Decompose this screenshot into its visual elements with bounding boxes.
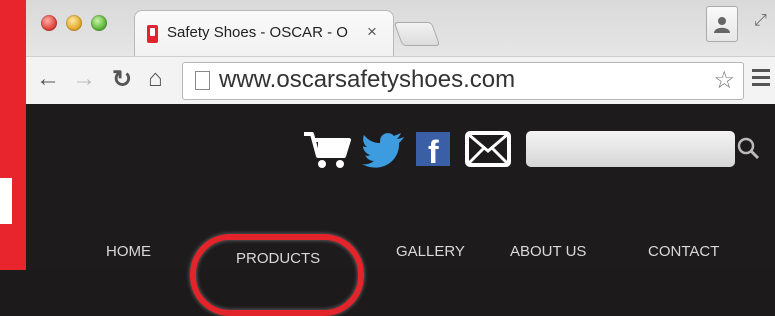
- site-header: f HOME PRODUCTS GALLERY ABOUT US CONTACT: [26, 104, 775, 316]
- close-window-button[interactable]: [41, 15, 57, 31]
- search-input[interactable]: [526, 131, 735, 167]
- profile-button[interactable]: [706, 6, 738, 42]
- home-icon[interactable]: ⌂: [148, 65, 163, 93]
- strip-mark: [0, 178, 12, 224]
- twitter-icon[interactable]: [362, 132, 406, 168]
- mail-icon[interactable]: [465, 131, 511, 167]
- nav-products[interactable]: PRODUCTS: [236, 250, 320, 267]
- nav-about-us[interactable]: ABOUT US: [510, 243, 586, 260]
- page-icon: [195, 71, 210, 90]
- address-bar[interactable]: www.oscarsafetyshoes.com ☆: [182, 62, 744, 100]
- nav-contact[interactable]: CONTACT: [648, 243, 719, 260]
- minimize-window-button[interactable]: [66, 15, 82, 31]
- browser-window: Safety Shoes - OSCAR - O × ⤢ ← → ↻ ⌂ www…: [26, 0, 775, 106]
- menu-icon[interactable]: [752, 69, 770, 90]
- back-icon[interactable]: ←: [36, 65, 60, 93]
- browser-tab[interactable]: Safety Shoes - OSCAR - O ×: [134, 10, 394, 57]
- maximize-window-button[interactable]: [91, 15, 107, 31]
- nav-products-highlight: [190, 234, 364, 316]
- left-red-strip: [0, 0, 26, 270]
- cart-icon[interactable]: [302, 130, 352, 170]
- nav-home[interactable]: HOME: [106, 243, 151, 260]
- url-text[interactable]: www.oscarsafetyshoes.com: [219, 66, 515, 94]
- browser-toolbar: ← → ↻ ⌂ www.oscarsafetyshoes.com ☆: [26, 56, 775, 106]
- new-tab-button[interactable]: [393, 22, 441, 46]
- restore-icon[interactable]: ⤢: [754, 12, 767, 30]
- tab-title: Safety Shoes - OSCAR - O: [167, 24, 348, 41]
- forward-icon[interactable]: →: [72, 65, 96, 93]
- facebook-icon[interactable]: f: [416, 132, 450, 170]
- tab-close-icon[interactable]: ×: [367, 22, 377, 42]
- reload-icon[interactable]: ↻: [112, 65, 132, 94]
- tab-bar: Safety Shoes - OSCAR - O × ⤢: [26, 0, 775, 57]
- nav-gallery[interactable]: GALLERY: [396, 243, 465, 260]
- favicon-icon: [147, 25, 158, 43]
- search-icon[interactable]: [736, 136, 760, 160]
- star-icon[interactable]: ☆: [713, 66, 735, 95]
- profile-icon: [714, 17, 730, 33]
